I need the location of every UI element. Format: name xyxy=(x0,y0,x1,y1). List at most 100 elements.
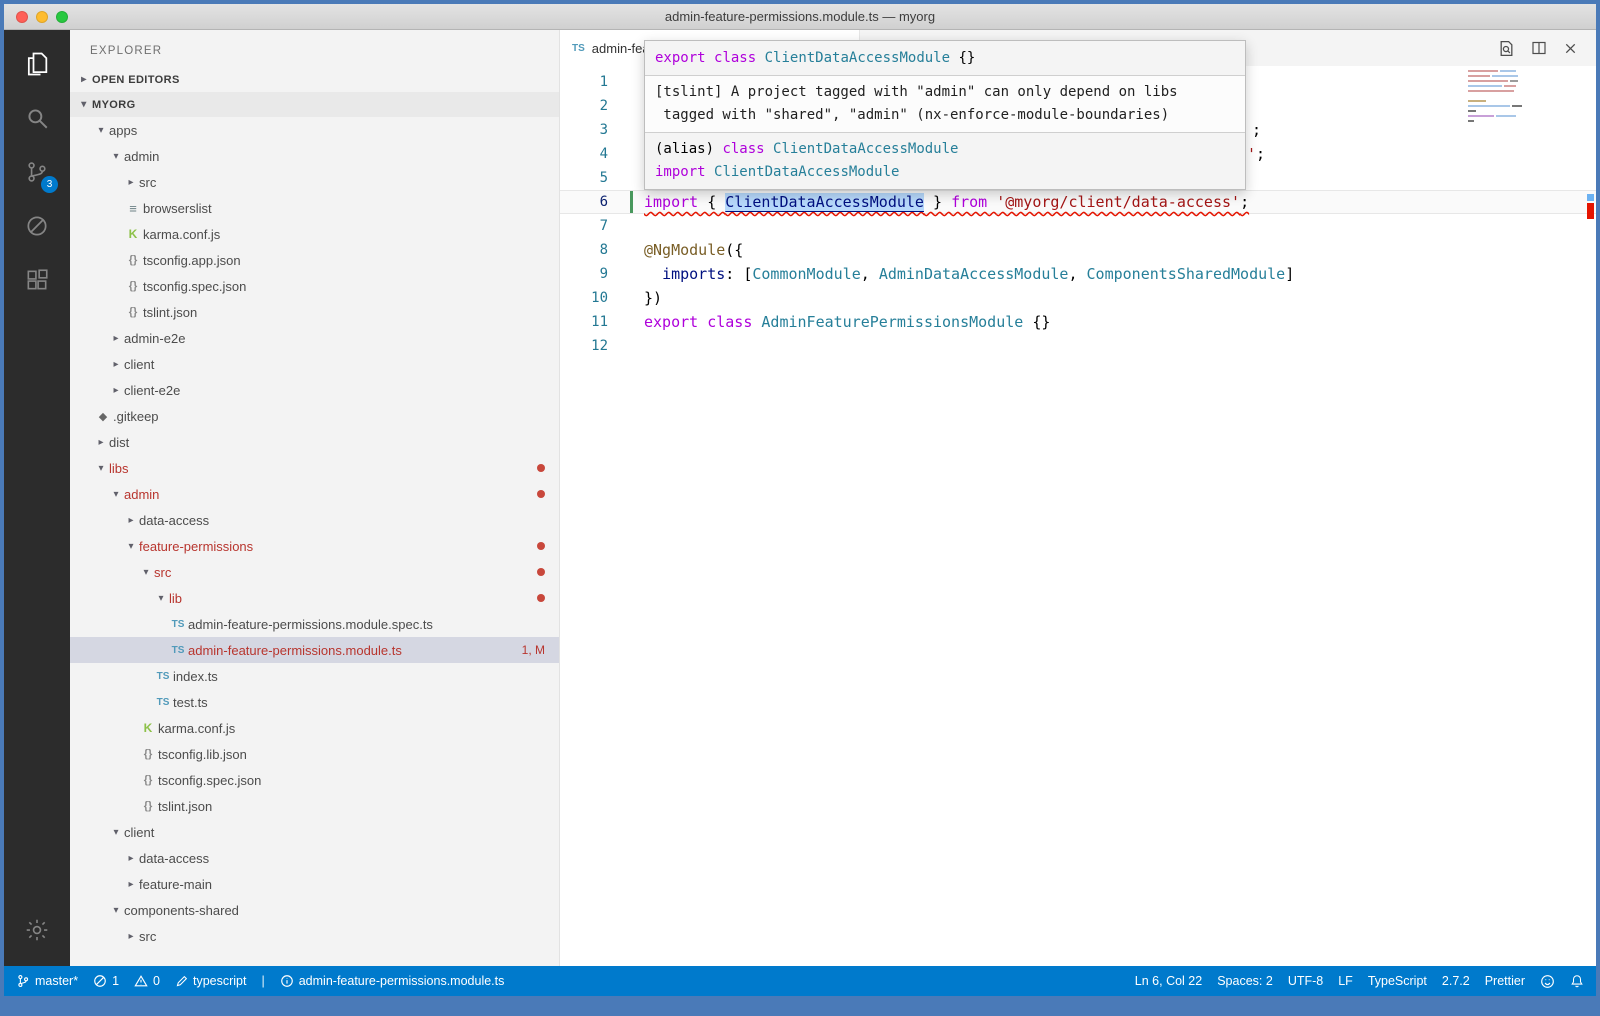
indentation[interactable]: Spaces: 2 xyxy=(1217,974,1273,988)
open-editors-header[interactable]: ▸ OPEN EDITORS xyxy=(70,67,559,92)
typescript-version[interactable]: 2.7.2 xyxy=(1442,974,1470,988)
tree-file-tslint.json[interactable]: {}tslint.json xyxy=(70,793,559,819)
tree-item-label: apps xyxy=(109,123,137,138)
workbench: 3 EXPLORER ▸ OPEN EDITORS ▾ MYORG ▾apps▾… xyxy=(4,30,1596,966)
tree-file-tsconfig.app.json[interactable]: {}tsconfig.app.json xyxy=(70,247,559,273)
modified-dot-icon xyxy=(537,490,545,498)
tree-folder-client[interactable]: ▾client xyxy=(70,819,559,845)
close-editor-icon[interactable] xyxy=(1563,41,1578,56)
tslint-status[interactable]: typescript xyxy=(175,974,247,988)
tree-file-karma.conf.js[interactable]: Kkarma.conf.js xyxy=(70,715,559,741)
symbol-link[interactable]: ClientDataAccessModule xyxy=(725,193,924,211)
line-number: 5 xyxy=(560,166,608,190)
tree-folder-src[interactable]: ▾src xyxy=(70,559,559,585)
code-line-content: imports: [CommonModule, AdminDataAccessM… xyxy=(644,262,1294,286)
error-count[interactable]: 1 xyxy=(93,974,119,988)
code-token xyxy=(987,193,996,211)
tree-folder-data-access[interactable]: ▸data-access xyxy=(70,507,559,533)
language-mode[interactable]: TypeScript xyxy=(1368,974,1427,988)
vscode-window: admin-feature-permissions.module.ts — my… xyxy=(4,4,1596,996)
tree-file-tsconfig.spec.json[interactable]: {}tsconfig.spec.json xyxy=(70,273,559,299)
tree-file-tsconfig.spec.json[interactable]: {}tsconfig.spec.json xyxy=(70,767,559,793)
tree-folder-feature-main[interactable]: ▸feature-main xyxy=(70,871,559,897)
minimap-segment xyxy=(1468,110,1476,112)
tree-folder-feature-permissions[interactable]: ▾feature-permissions xyxy=(70,533,559,559)
tree-folder-admin[interactable]: ▾admin xyxy=(70,481,559,507)
code-token: ClientDataAccessModule xyxy=(765,50,950,66)
tree-file-karma.conf.js[interactable]: Kkarma.conf.js xyxy=(70,221,559,247)
tree-folder-libs[interactable]: ▾libs xyxy=(70,455,559,481)
tree-folder-lib[interactable]: ▾lib xyxy=(70,585,559,611)
encoding[interactable]: UTF-8 xyxy=(1288,974,1323,988)
tree-file-admin-feature-permissions.module.ts[interactable]: TSadmin-feature-permissions.module.ts1, … xyxy=(70,637,559,663)
git-branch-status[interactable]: master* xyxy=(16,974,78,988)
tree-file-browserslist[interactable]: ≡browserslist xyxy=(70,195,559,221)
tree-folder-admin-e2e[interactable]: ▸admin-e2e xyxy=(70,325,559,351)
list-file-icon: ≡ xyxy=(123,201,143,216)
activity-extensions-icon[interactable] xyxy=(11,256,63,304)
activity-settings-gear-icon[interactable] xyxy=(11,906,63,954)
tree-folder-src[interactable]: ▸src xyxy=(70,923,559,949)
tree-item-label: tslint.json xyxy=(158,799,212,814)
prettier-status[interactable]: Prettier xyxy=(1485,974,1525,988)
tree-file-index.ts[interactable]: TSindex.ts xyxy=(70,663,559,689)
linted-file-status[interactable]: admin-feature-permissions.module.ts xyxy=(280,974,505,988)
code-line-9[interactable]: 9 imports: [CommonModule, AdminDataAcces… xyxy=(560,262,1596,286)
workspace-header[interactable]: ▾ MYORG xyxy=(70,92,559,117)
chevron-down-icon: ▾ xyxy=(153,593,169,604)
tree-file-tslint.json[interactable]: {}tslint.json xyxy=(70,299,559,325)
tree-folder-dist[interactable]: ▸dist xyxy=(70,429,559,455)
code-line-7[interactable]: 7 xyxy=(560,214,1596,238)
tree-folder-apps[interactable]: ▾apps xyxy=(70,117,559,143)
tree-folder-admin[interactable]: ▾admin xyxy=(70,143,559,169)
activity-search-icon[interactable] xyxy=(11,94,63,142)
tree-item-label: src xyxy=(154,565,171,580)
tree-item-label: admin-feature-permissions.module.ts xyxy=(188,643,402,658)
code-area[interactable]: 123;4';56import { ClientDataAccessModule… xyxy=(560,66,1596,966)
tree-folder-client-e2e[interactable]: ▸client-e2e xyxy=(70,377,559,403)
activity-source-control-icon[interactable]: 3 xyxy=(11,148,63,196)
json-file-icon: {} xyxy=(123,306,143,318)
activity-explorer-icon[interactable] xyxy=(11,40,63,88)
zoom-window-button[interactable] xyxy=(56,11,68,23)
code-token: AdminFeaturePermissionsModule xyxy=(761,313,1023,331)
prettier-status-label: Prettier xyxy=(1485,974,1525,988)
cursor-position-label: Ln 6, Col 22 xyxy=(1135,974,1202,988)
notifications[interactable] xyxy=(1570,974,1584,988)
scm-badge: 3 xyxy=(41,176,58,193)
tree-file-tsconfig.lib.json[interactable]: {}tsconfig.lib.json xyxy=(70,741,559,767)
minimize-window-button[interactable] xyxy=(36,11,48,23)
tree-file-.gitkeep[interactable]: ◆.gitkeep xyxy=(70,403,559,429)
split-editor-icon[interactable] xyxy=(1531,40,1547,56)
code-token: ComponentsSharedModule xyxy=(1087,265,1286,283)
tree-folder-data-access[interactable]: ▸data-access xyxy=(70,845,559,871)
line-number: 7 xyxy=(560,214,608,238)
feedback[interactable] xyxy=(1540,974,1555,989)
close-window-button[interactable] xyxy=(16,11,28,23)
minimap[interactable] xyxy=(1468,70,1538,125)
cursor-position[interactable]: Ln 6, Col 22 xyxy=(1135,974,1202,988)
code-line-10[interactable]: 10}) xyxy=(560,286,1596,310)
gutter xyxy=(608,70,644,94)
gutter xyxy=(608,166,644,190)
code-line-content: export class AdminFeaturePermissionsModu… xyxy=(644,310,1050,334)
warning-count[interactable]: 0 xyxy=(134,974,160,988)
code-line-content: @NgModule({ xyxy=(644,238,743,262)
tree-file-test.ts[interactable]: TStest.ts xyxy=(70,689,559,715)
tree-file-admin-feature-permissions.module.spec.ts[interactable]: TSadmin-feature-permissions.module.spec.… xyxy=(70,611,559,637)
tree-item-label: karma.conf.js xyxy=(143,227,220,242)
activity-debug-icon[interactable] xyxy=(11,202,63,250)
code-line-11[interactable]: 11 export class AdminFeaturePermissionsMo… xyxy=(560,310,1596,334)
code-line-8[interactable]: 8@NgModule({ xyxy=(560,238,1596,262)
tree-folder-client[interactable]: ▸client xyxy=(70,351,559,377)
minimap-segment xyxy=(1468,80,1508,82)
status-separator: | xyxy=(261,974,264,988)
code-line-12[interactable]: 12 xyxy=(560,334,1596,358)
tree-item-label: tsconfig.spec.json xyxy=(158,773,261,788)
eol[interactable]: LF xyxy=(1338,974,1353,988)
line-number: 11 xyxy=(560,310,608,334)
tree-folder-src[interactable]: ▸src xyxy=(70,169,559,195)
open-changes-icon[interactable] xyxy=(1498,40,1515,57)
code-line-6[interactable]: 6import { ClientDataAccessModule } from … xyxy=(560,190,1596,214)
tree-folder-components-shared[interactable]: ▾components-shared xyxy=(70,897,559,923)
